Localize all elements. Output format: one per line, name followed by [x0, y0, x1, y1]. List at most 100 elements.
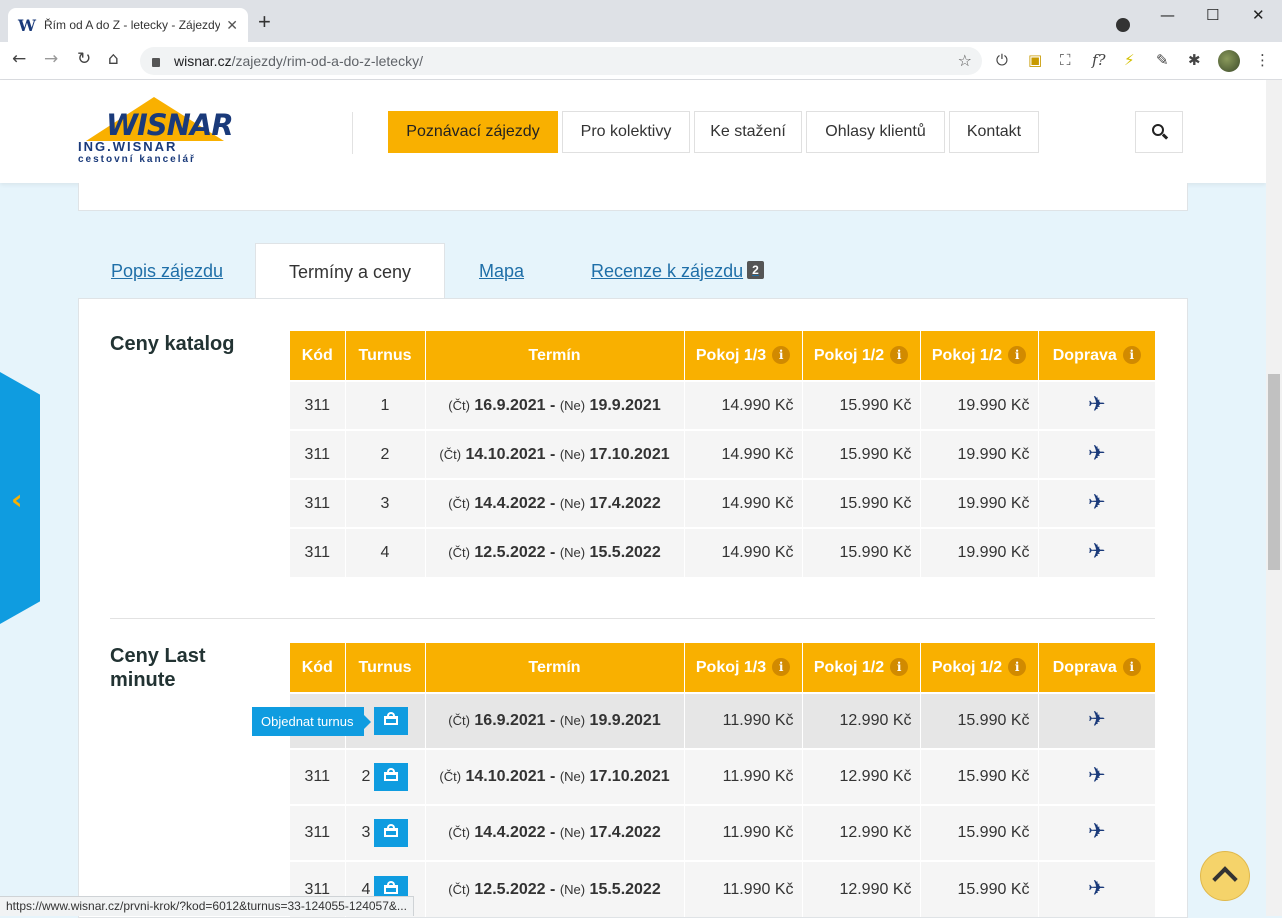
- cell-turnus: 2: [345, 748, 426, 805]
- col-pokoj-1-3: Pokoj 1/3 i: [684, 643, 803, 693]
- date-to: 17.10.2021: [589, 768, 670, 785]
- col-kod: Kód: [290, 643, 346, 693]
- col-pokoj-1-2-a: Pokoj 1/2 i: [802, 643, 921, 693]
- extension-power-icon[interactable]: ⏻: [996, 51, 1008, 69]
- order-button[interactable]: [374, 707, 409, 735]
- profile-avatar[interactable]: [1218, 50, 1240, 72]
- info-icon[interactable]: i: [1122, 658, 1141, 676]
- info-icon[interactable]: i: [890, 658, 909, 676]
- day-to: (Ne): [559, 713, 586, 728]
- reload-icon[interactable]: ↻: [77, 49, 91, 69]
- cell-doprava: ✈: [1038, 478, 1155, 528]
- tab-recenze[interactable]: Recenze k zájezdu 2: [591, 243, 764, 299]
- nav-item-ohlasy-klientu[interactable]: Ohlasy klientů: [806, 111, 945, 153]
- day-from: (Čt): [448, 397, 470, 413]
- order-tooltip: Objednat turnus: [252, 707, 371, 736]
- col-doprava: Doprava i: [1038, 331, 1155, 381]
- basket-icon: [384, 884, 399, 894]
- back-icon[interactable]: ←: [12, 49, 26, 69]
- cell-price-1-2-b: 19.990 Kč: [920, 429, 1039, 479]
- section-divider: [110, 618, 1155, 619]
- order-button[interactable]: [374, 763, 409, 791]
- extension-screenshot-icon[interactable]: ⛶: [1060, 51, 1071, 69]
- col-pokoj-1-2-b: Pokoj 1/2 i: [920, 331, 1039, 381]
- info-icon[interactable]: i: [1122, 346, 1141, 364]
- col-pokoj-1-2-b: Pokoj 1/2 i: [920, 643, 1039, 693]
- info-icon[interactable]: i: [772, 658, 791, 676]
- review-count-badge: 2: [747, 261, 764, 279]
- airplane-icon: ✈: [1087, 819, 1106, 843]
- home-icon[interactable]: ⌂: [108, 49, 119, 69]
- nav-item-kontakt[interactable]: Kontakt: [949, 111, 1039, 153]
- table-header-row: Kód Turnus Termín Pokoj 1/3 i Pokoj 1/2 i …: [290, 643, 1155, 693]
- cell-price-1-2-b: 15.990 Kč: [920, 748, 1039, 805]
- extension-font-icon[interactable]: f?: [1092, 51, 1106, 69]
- cell-price-1-3: 14.990 Kč: [684, 478, 803, 528]
- cell-termin: (Čt) 12.5.2022 - (Ne) 15.5.2022: [425, 527, 685, 577]
- tab-recenze-label: Recenze k zájezdu: [591, 260, 744, 281]
- site-logo[interactable]: WISNAR ING.WISNAR cestovní kancelář: [78, 95, 234, 167]
- nav-item-pro-kolektivy[interactable]: Pro kolektivy: [562, 111, 690, 153]
- date-from: 12.5.2022: [474, 880, 546, 898]
- tab-mapa[interactable]: Mapa: [479, 243, 524, 299]
- table-row: 311 2 (Čt) 14.10.2021 - (Ne) 17.10.2021 11.…: [290, 748, 1155, 805]
- extension-bolt-icon[interactable]: ⚡: [1124, 51, 1135, 69]
- cell-price-1-3: 11.990 Kč: [684, 748, 803, 805]
- site-header: WISNAR ING.WISNAR cestovní kancelář Pozn…: [0, 80, 1266, 183]
- scrollbar-thumb[interactable]: [1268, 374, 1280, 570]
- url-path: /zajezdy/rim-od-a-do-z-letecky/: [231, 53, 423, 69]
- date-from: 12.5.2022: [474, 544, 546, 561]
- info-icon[interactable]: i: [1008, 346, 1027, 364]
- forward-icon[interactable]: →: [44, 49, 58, 69]
- nav-item-poznavaci-zajezdy[interactable]: Poznávací zájezdy: [388, 111, 558, 153]
- close-window-icon[interactable]: ✕: [1252, 6, 1265, 24]
- date-separator: -: [550, 544, 556, 561]
- cell-doprava: ✈: [1038, 527, 1155, 577]
- minimize-icon[interactable]: —: [1160, 6, 1175, 24]
- address-bar[interactable]: wisnar.cz/zajezdy/rim-od-a-do-z-letecky/…: [140, 47, 982, 75]
- maximize-icon[interactable]: ☐: [1206, 6, 1219, 24]
- info-icon[interactable]: i: [772, 346, 791, 364]
- cell-termin: (Čt) 14.4.2022 - (Ne) 17.4.2022: [425, 478, 685, 528]
- browser-tab[interactable]: W Řím od A do Z - letecky - Zájezdy ✕: [8, 8, 248, 42]
- detail-tabs: Popis zájezdu Termíny a ceny Mapa Recenz…: [78, 243, 1188, 300]
- browser-menu-icon[interactable]: ⋮: [1255, 51, 1270, 69]
- info-icon[interactable]: i: [1008, 658, 1027, 676]
- tab-search-icon[interactable]: [1116, 18, 1130, 32]
- tab-terminy-a-ceny[interactable]: Termíny a ceny: [255, 243, 445, 300]
- day-from: (Čt): [448, 713, 470, 728]
- order-button[interactable]: [374, 819, 409, 847]
- cell-turnus: 2: [345, 429, 426, 479]
- info-icon[interactable]: i: [890, 346, 909, 364]
- tab-close-icon[interactable]: ✕: [226, 17, 238, 34]
- bookmark-star-icon[interactable]: ☆: [958, 51, 972, 71]
- new-tab-icon[interactable]: +: [258, 11, 271, 33]
- col-turnus: Turnus: [345, 643, 426, 693]
- chevron-left-icon[interactable]: ‹: [11, 483, 23, 516]
- cell-price-1-2-a: 15.990 Kč: [802, 380, 921, 430]
- tab-popis-zajezdu[interactable]: Popis zájezdu: [111, 243, 223, 299]
- airplane-icon: ✈: [1087, 391, 1106, 416]
- extensions-puzzle-icon[interactable]: ✱: [1188, 51, 1201, 69]
- airplane-icon: ✈: [1087, 539, 1106, 563]
- day-from: (Čt): [448, 495, 470, 511]
- header-separator: [352, 112, 353, 154]
- airplane-icon: ✈: [1087, 763, 1106, 787]
- catalog-price-table: Kód Turnus Termín Pokoj 1/3 i Pokoj 1/2 i …: [290, 331, 1155, 577]
- cell-turnus: 3: [345, 804, 426, 861]
- cell-termin: (Čt) 12.5.2022 - (Ne) 15.5.2022: [425, 860, 685, 917]
- table-row: 311 4 (Čt) 12.5.2022 - (Ne) 15.5.2022 14.99…: [290, 527, 1155, 577]
- cell-turnus: 3: [345, 478, 426, 528]
- col-termin: Termín: [425, 643, 685, 693]
- airplane-icon: ✈: [1087, 707, 1106, 731]
- cell-doprava: ✈: [1038, 860, 1155, 917]
- logo-line1: ING.WISNAR: [78, 139, 178, 154]
- extension-pen-icon[interactable]: ✎: [1156, 51, 1169, 69]
- nav-item-ke-stazeni[interactable]: Ke stažení: [694, 111, 802, 153]
- cell-kod: 311: [290, 804, 346, 861]
- extension-lock-icon[interactable]: ▣: [1028, 51, 1042, 69]
- scroll-to-top-button[interactable]: [1200, 851, 1250, 901]
- search-button[interactable]: [1135, 111, 1183, 153]
- day-from: (Čt): [448, 545, 470, 560]
- date-to: 17.10.2021: [589, 445, 670, 463]
